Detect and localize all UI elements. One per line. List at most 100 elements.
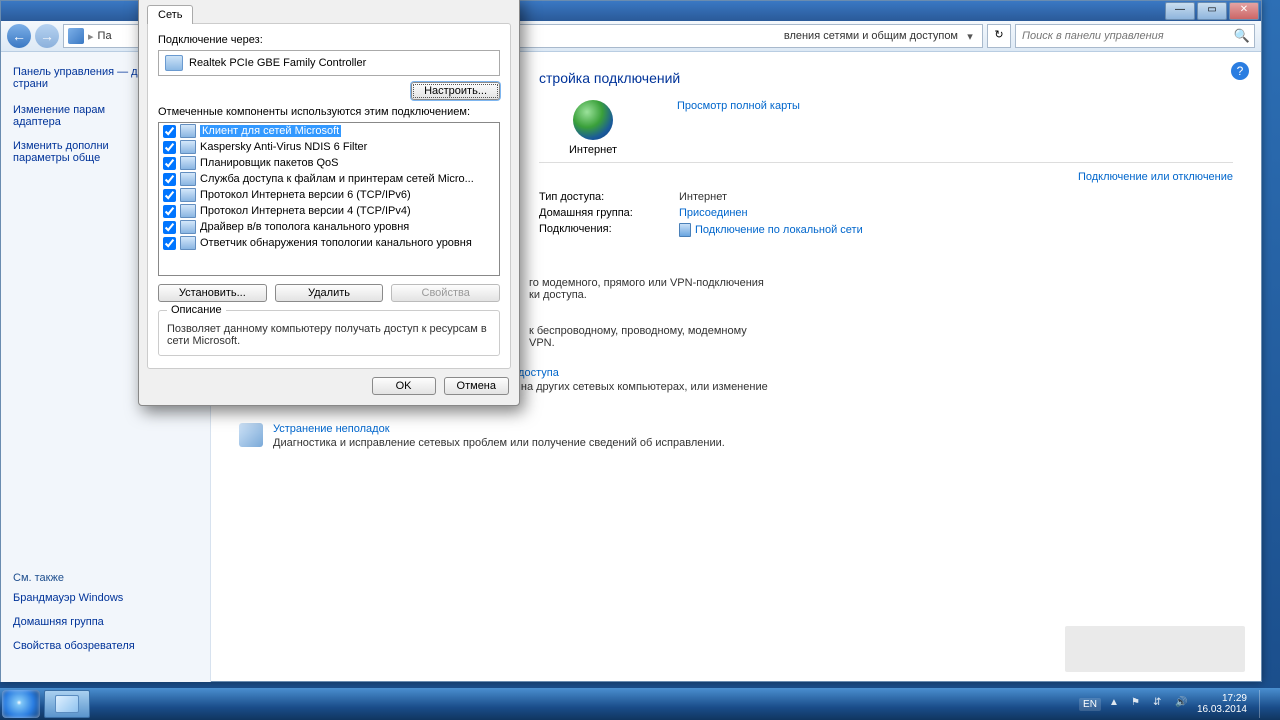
properties-button: Свойства xyxy=(391,284,500,302)
tray-icon[interactable]: ▲ xyxy=(1109,697,1123,711)
network-node-label: Интернет xyxy=(569,144,617,156)
description-group: Описание Позволяет данному компьютеру по… xyxy=(158,310,500,356)
search-input[interactable] xyxy=(1020,29,1234,43)
view-full-map-link[interactable]: Просмотр полной карты xyxy=(677,100,800,112)
search-box[interactable]: 🔍 xyxy=(1015,24,1255,48)
configure-button[interactable]: Настроить... xyxy=(411,82,500,100)
component-item[interactable]: Клиент для сетей Microsoft xyxy=(159,123,499,139)
close-button[interactable]: ✕ xyxy=(1229,2,1259,20)
component-icon xyxy=(180,156,196,170)
components-listbox[interactable]: Клиент для сетей Microsoft Kaspersky Anti… xyxy=(158,122,500,276)
component-item[interactable]: Планировщик пакетов QoS xyxy=(159,155,499,171)
component-label: Протокол Интернета версии 6 (TCP/IPv6) xyxy=(200,189,411,201)
connect-disconnect-link[interactable]: Подключение или отключение xyxy=(639,171,1233,183)
partial-text: VPN. xyxy=(529,337,1233,349)
sidebar-item-internet-options[interactable]: Свойства обозревателя xyxy=(13,640,199,652)
network-node-internet: Интернет xyxy=(569,100,617,156)
network-tray-icon[interactable]: ⇵ xyxy=(1153,697,1167,711)
component-item[interactable]: Протокол Интернета версии 6 (TCP/IPv6) xyxy=(159,187,499,203)
component-item[interactable]: Драйвер в/в тополога канального уровня xyxy=(159,219,499,235)
access-type-value: Интернет xyxy=(679,191,727,203)
nic-icon xyxy=(165,55,183,71)
component-label: Протокол Интернета версии 4 (TCP/IPv4) xyxy=(200,205,411,217)
breadcrumb-item[interactable]: Па xyxy=(98,30,112,42)
system-tray: EN ▲ ⚑ ⇵ 🔊 17:29 16.03.2014 xyxy=(1069,690,1280,718)
cancel-button[interactable]: Отмена xyxy=(444,377,509,395)
component-checkbox[interactable] xyxy=(163,189,176,202)
description-heading: Описание xyxy=(167,304,226,316)
location-icon xyxy=(68,28,84,44)
tab-network[interactable]: Сеть xyxy=(147,5,193,24)
maximize-button[interactable]: ▭ xyxy=(1197,2,1227,20)
sidebar-item-firewall[interactable]: Брандмауэр Windows xyxy=(13,592,199,604)
volume-icon[interactable]: 🔊 xyxy=(1175,697,1189,711)
component-icon xyxy=(180,172,196,186)
description-text: Позволяет данному компьютеру получать до… xyxy=(167,323,491,347)
adapter-name: Realtek PCIe GBE Family Controller xyxy=(189,57,366,69)
show-desktop-button[interactable] xyxy=(1259,690,1270,718)
breadcrumb-dropdown[interactable]: ▾ xyxy=(962,30,978,43)
ok-button[interactable]: OK xyxy=(372,377,436,395)
troubleshoot-icon xyxy=(239,423,263,447)
component-item[interactable]: Протокол Интернета версии 4 (TCP/IPv4) xyxy=(159,203,499,219)
refresh-button[interactable]: ↻ xyxy=(987,24,1011,48)
sidebar-item-homegroup[interactable]: Домашняя группа xyxy=(13,616,199,628)
partial-text: ки доступа. xyxy=(529,289,1233,301)
component-checkbox[interactable] xyxy=(163,237,176,250)
connection-lan-link[interactable]: Подключение по локальной сети xyxy=(679,223,863,237)
component-checkbox[interactable] xyxy=(163,205,176,218)
clock-date: 16.03.2014 xyxy=(1197,704,1247,715)
component-checkbox[interactable] xyxy=(163,221,176,234)
component-checkbox[interactable] xyxy=(163,157,176,170)
taskbar[interactable]: EN ▲ ⚑ ⇵ 🔊 17:29 16.03.2014 xyxy=(0,688,1280,720)
help-icon[interactable]: ? xyxy=(1231,62,1249,80)
clock[interactable]: 17:29 16.03.2014 xyxy=(1197,693,1247,715)
component-icon xyxy=(180,140,196,154)
components-label: Отмеченные компоненты используются этим … xyxy=(158,106,500,118)
adapter-box: Realtek PCIe GBE Family Controller xyxy=(158,50,500,76)
breadcrumb-sep: ▸ xyxy=(88,30,94,43)
component-icon xyxy=(180,124,196,138)
component-checkbox[interactable] xyxy=(163,141,176,154)
lan-icon xyxy=(679,223,691,237)
component-label: Планировщик пакетов QoS xyxy=(200,157,339,169)
breadcrumb-item[interactable]: вления сетями и общим доступом xyxy=(784,30,958,42)
component-label: Kaspersky Anti-Virus NDIS 6 Filter xyxy=(200,141,367,153)
app-icon xyxy=(55,695,79,713)
nav-back-button[interactable]: ← xyxy=(7,24,31,48)
component-checkbox[interactable] xyxy=(163,125,176,138)
component-label: Драйвер в/в тополога канального уровня xyxy=(200,221,409,233)
component-icon xyxy=(180,220,196,234)
install-button[interactable]: Установить... xyxy=(158,284,267,302)
component-label: Клиент для сетей Microsoft xyxy=(200,125,341,137)
connect-using-label: Подключение через: xyxy=(158,34,500,46)
component-item[interactable]: Служба доступа к файлам и принтерам сете… xyxy=(159,171,499,187)
homegroup-label: Домашняя группа: xyxy=(539,207,679,219)
page-title: стройка подключений xyxy=(539,70,1233,86)
search-icon[interactable]: 🔍 xyxy=(1234,28,1250,44)
component-icon xyxy=(180,236,196,250)
start-button[interactable] xyxy=(2,690,40,718)
connections-label: Подключения: xyxy=(539,223,679,237)
language-indicator[interactable]: EN xyxy=(1079,698,1101,711)
access-type-label: Тип доступа: xyxy=(539,191,679,203)
connection-properties-dialog: Сеть Подключение через: Realtek PCIe GBE… xyxy=(138,0,520,406)
taskbar-item[interactable] xyxy=(44,690,90,718)
minimize-button[interactable]: — xyxy=(1165,2,1195,20)
sidebar-see-also-heading: См. также xyxy=(13,572,199,584)
clock-time: 17:29 xyxy=(1197,693,1247,704)
component-item[interactable]: Kaspersky Anti-Virus NDIS 6 Filter xyxy=(159,139,499,155)
troubleshoot-link[interactable]: Устранение неполадок xyxy=(273,423,725,435)
partial-text: к беспроводному, проводному, модемному xyxy=(529,325,1233,337)
component-icon xyxy=(180,188,196,202)
component-checkbox[interactable] xyxy=(163,173,176,186)
action-center-icon[interactable]: ⚑ xyxy=(1131,697,1145,711)
nav-forward-button[interactable]: → xyxy=(35,24,59,48)
overlay-box xyxy=(1065,626,1245,672)
component-label: Служба доступа к файлам и принтерам сете… xyxy=(200,173,474,185)
component-item[interactable]: Ответчик обнаружения топологии канальног… xyxy=(159,235,499,251)
homegroup-value-link[interactable]: Присоединен xyxy=(679,207,748,219)
component-icon xyxy=(180,204,196,218)
uninstall-button[interactable]: Удалить xyxy=(275,284,384,302)
component-label: Ответчик обнаружения топологии канальног… xyxy=(200,237,472,249)
